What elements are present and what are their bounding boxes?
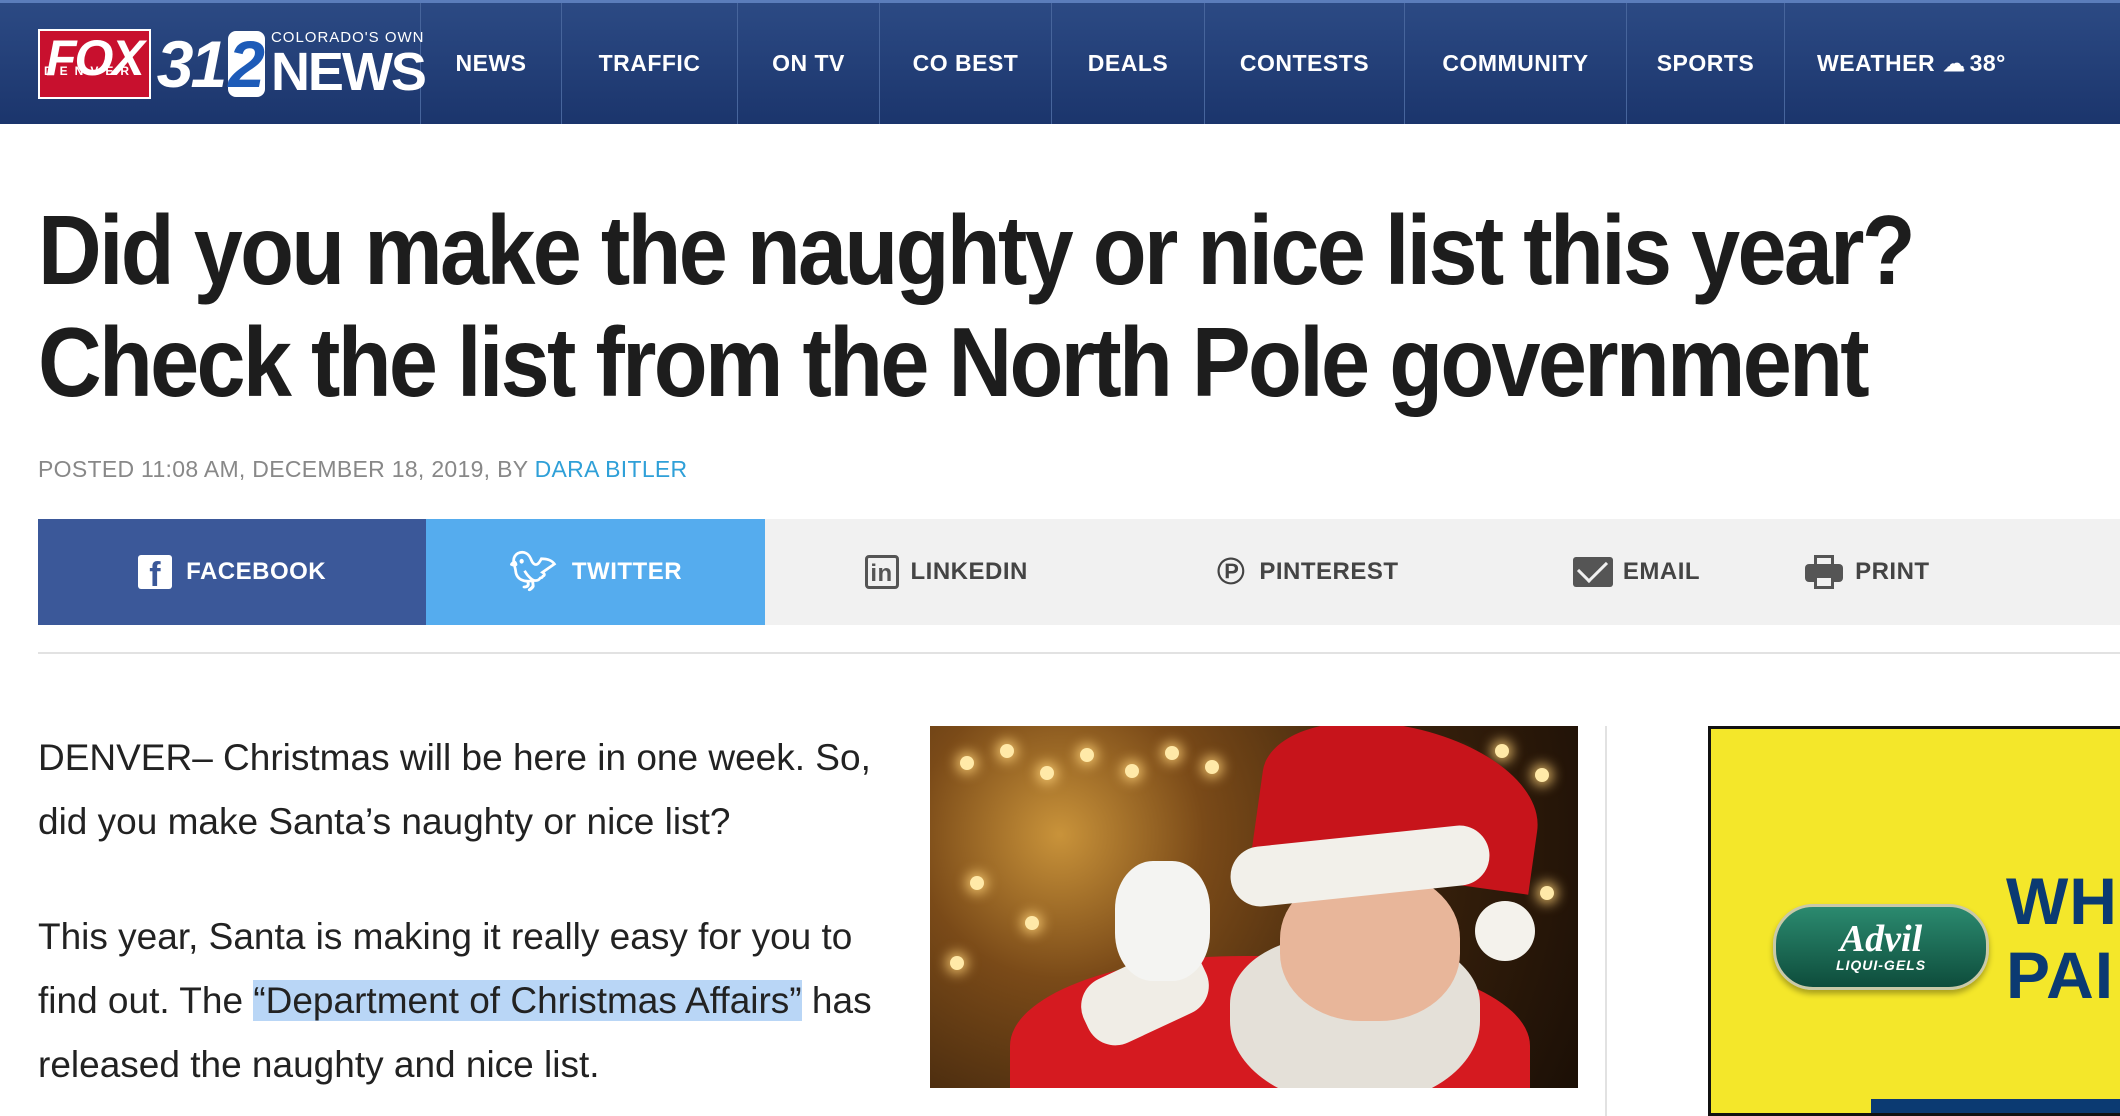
top-nav: FOX DENVER 31 2 COLORADO'S OWN NEWS NEWS… (0, 0, 2120, 124)
nav-contests[interactable]: CONTESTS (1204, 3, 1404, 124)
nav-news[interactable]: NEWS (420, 3, 561, 124)
share-print-button[interactable]: PRINT (1785, 519, 2120, 625)
nav-traffic[interactable]: TRAFFIC (561, 3, 737, 124)
share-email-button[interactable]: EMAIL (1488, 519, 1785, 625)
article-byline: POSTED 11:08 AM, DECEMBER 18, 2019, BY D… (38, 456, 687, 483)
article-headline: Did you make the naughty or nice list th… (38, 194, 1916, 418)
author-link[interactable]: DARA BITLER (535, 456, 688, 482)
weather-label: WEATHER (1817, 50, 1936, 76)
byline-date: POSTED 11:08 AM, DECEMBER 18, 2019, BY (38, 456, 535, 482)
nav-on-tv[interactable]: ON TV (737, 3, 879, 124)
share-pinterest-label: PINTEREST (1259, 558, 1399, 585)
logo-news-text: NEWS (270, 41, 427, 102)
share-facebook-button[interactable]: f FACEBOOK (38, 519, 427, 625)
column-divider (1605, 726, 1607, 1116)
logo-denver-text: DENVER (44, 63, 137, 78)
fox-logo: FOX DENVER (38, 28, 151, 99)
share-bar: f FACEBOOK 🐦︎ TWITTER in LINKEDIN ℗ PINT… (38, 519, 2120, 625)
article-paragraph-2: This year, Santa is making it really eas… (38, 905, 918, 1097)
logo-news-block: COLORADO'S OWN NEWS (270, 29, 427, 102)
share-twitter-label: TWITTER (571, 558, 683, 585)
facebook-icon: f (138, 555, 173, 589)
article-photo-santa (930, 726, 1578, 1088)
article-paragraph-1: DENVER– Christmas will be here in one we… (38, 737, 871, 842)
divider (38, 652, 2120, 654)
pinterest-icon: ℗ (1216, 551, 1246, 593)
highlighted-text: “Department of Christmas Affairs” (253, 980, 802, 1021)
nav-community[interactable]: COMMUNITY (1404, 3, 1626, 124)
nav-deals[interactable]: DEALS (1051, 3, 1204, 124)
share-facebook-label: FACEBOOK (186, 558, 327, 585)
twitter-icon: 🐦︎ (509, 551, 558, 593)
ad-brand-sub: LIQUI-GELS (1835, 957, 1927, 973)
headline-line-1: Did you make the naughty or nice list th… (38, 195, 1916, 305)
nav-sports[interactable]: SPORTS (1626, 3, 1784, 124)
site-logo[interactable]: FOX DENVER 31 2 COLORADO'S OWN NEWS (0, 3, 427, 124)
share-linkedin-button[interactable]: in LINKEDIN (765, 519, 1127, 625)
print-icon (1805, 555, 1844, 589)
email-icon (1572, 557, 1613, 587)
ad-headline-line-1: WH (2006, 864, 2118, 938)
share-print-label: PRINT (1855, 558, 1930, 585)
ad-bottom-bar (1871, 1099, 2120, 1113)
logo-channel-31: 31 (156, 26, 227, 101)
share-linkedin-label: LINKEDIN (910, 558, 1028, 585)
cloud-icon: ☁ (1943, 50, 1966, 76)
advertisement[interactable]: Advil LIQUI-GELS WH PAI (1708, 726, 2120, 1116)
nav-weather[interactable]: WEATHER ☁ 38° (1784, 3, 2120, 124)
weather-temp: 38° (1969, 50, 2006, 76)
share-pinterest-button[interactable]: ℗ PINTEREST (1127, 519, 1488, 625)
ad-headline-line-2: PAI (2006, 938, 2115, 1012)
advil-pill-logo: Advil LIQUI-GELS (1773, 904, 1989, 990)
linkedin-icon: in (864, 555, 899, 589)
logo-channel-2: 2 (228, 26, 265, 101)
share-email-label: EMAIL (1622, 558, 1701, 585)
nav-co-best[interactable]: CO BEST (879, 3, 1051, 124)
headline-line-2: Check the list from the North Pole gover… (38, 307, 1870, 417)
ad-brand: Advil (1839, 918, 1923, 960)
ad-headline: WH PAI (2006, 864, 2118, 1012)
share-twitter-button[interactable]: 🐦︎ TWITTER (426, 519, 765, 625)
